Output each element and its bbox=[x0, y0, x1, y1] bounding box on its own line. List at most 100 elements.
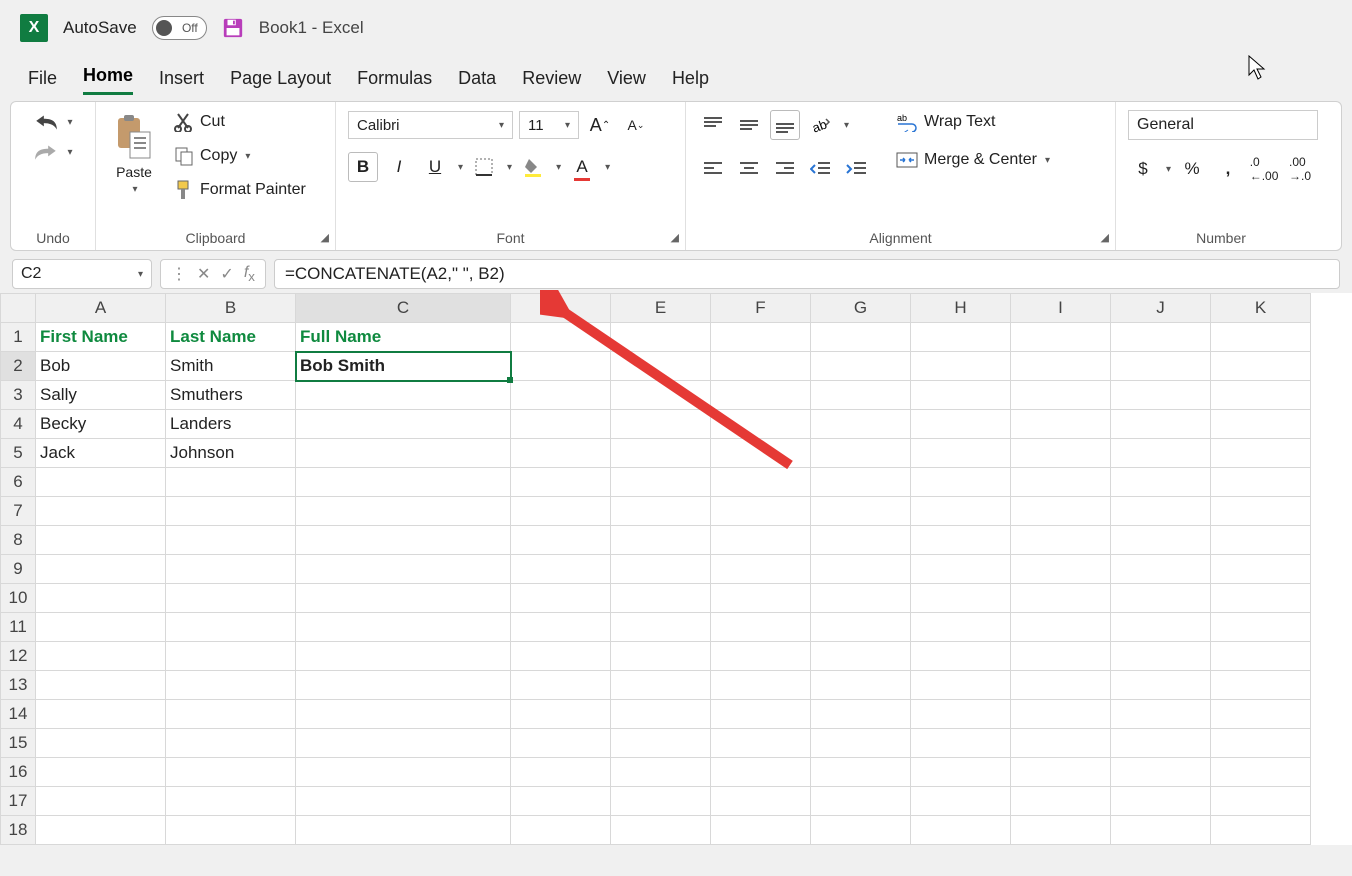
cell-J10[interactable] bbox=[1111, 584, 1211, 613]
cell-H13[interactable] bbox=[911, 671, 1011, 700]
cell-J13[interactable] bbox=[1111, 671, 1211, 700]
cell-A4[interactable]: Becky bbox=[36, 410, 166, 439]
cell-E4[interactable] bbox=[611, 410, 711, 439]
cell-B7[interactable] bbox=[166, 497, 296, 526]
formula-more-icon[interactable]: ⋮ bbox=[171, 264, 187, 284]
align-bottom-button[interactable] bbox=[770, 110, 800, 140]
cell-A7[interactable] bbox=[36, 497, 166, 526]
cell-A10[interactable] bbox=[36, 584, 166, 613]
cell-B13[interactable] bbox=[166, 671, 296, 700]
cell-H17[interactable] bbox=[911, 787, 1011, 816]
cell-F15[interactable] bbox=[711, 729, 811, 758]
col-header-F[interactable]: F bbox=[711, 294, 811, 323]
cell-G10[interactable] bbox=[811, 584, 911, 613]
col-header-J[interactable]: J bbox=[1111, 294, 1211, 323]
row-header-15[interactable]: 15 bbox=[1, 729, 36, 758]
cell-C11[interactable] bbox=[296, 613, 511, 642]
cell-G1[interactable] bbox=[811, 323, 911, 352]
cell-E18[interactable] bbox=[611, 816, 711, 845]
cell-A6[interactable] bbox=[36, 468, 166, 497]
cell-J16[interactable] bbox=[1111, 758, 1211, 787]
cell-I5[interactable] bbox=[1011, 439, 1111, 468]
merge-center-button[interactable]: Merge & Center▾ bbox=[892, 148, 1054, 172]
cell-G11[interactable] bbox=[811, 613, 911, 642]
col-header-C[interactable]: C bbox=[296, 294, 511, 323]
tab-home[interactable]: Home bbox=[83, 65, 133, 95]
cell-E9[interactable] bbox=[611, 555, 711, 584]
cell-K3[interactable] bbox=[1211, 381, 1311, 410]
copy-button[interactable]: Copy▾ bbox=[170, 144, 310, 168]
cell-K12[interactable] bbox=[1211, 642, 1311, 671]
cell-G7[interactable] bbox=[811, 497, 911, 526]
cell-I1[interactable] bbox=[1011, 323, 1111, 352]
cell-I10[interactable] bbox=[1011, 584, 1111, 613]
cell-E5[interactable] bbox=[611, 439, 711, 468]
cell-F12[interactable] bbox=[711, 642, 811, 671]
cell-A16[interactable] bbox=[36, 758, 166, 787]
cell-A11[interactable] bbox=[36, 613, 166, 642]
cell-K13[interactable] bbox=[1211, 671, 1311, 700]
cell-K15[interactable] bbox=[1211, 729, 1311, 758]
cell-A18[interactable] bbox=[36, 816, 166, 845]
cell-K18[interactable] bbox=[1211, 816, 1311, 845]
cell-E3[interactable] bbox=[611, 381, 711, 410]
bold-button[interactable]: B bbox=[348, 152, 378, 182]
cell-F18[interactable] bbox=[711, 816, 811, 845]
cell-E12[interactable] bbox=[611, 642, 711, 671]
cell-A15[interactable] bbox=[36, 729, 166, 758]
cell-C7[interactable] bbox=[296, 497, 511, 526]
row-header-11[interactable]: 11 bbox=[1, 613, 36, 642]
cell-E14[interactable] bbox=[611, 700, 711, 729]
cell-J7[interactable] bbox=[1111, 497, 1211, 526]
cell-H7[interactable] bbox=[911, 497, 1011, 526]
cell-G2[interactable] bbox=[811, 352, 911, 381]
accounting-format-button[interactable]: $ bbox=[1128, 154, 1158, 184]
cell-D5[interactable] bbox=[511, 439, 611, 468]
cell-J11[interactable] bbox=[1111, 613, 1211, 642]
cell-F16[interactable] bbox=[711, 758, 811, 787]
row-header-9[interactable]: 9 bbox=[1, 555, 36, 584]
cell-H9[interactable] bbox=[911, 555, 1011, 584]
cell-I9[interactable] bbox=[1011, 555, 1111, 584]
cell-C2[interactable]: Bob Smith bbox=[296, 352, 511, 381]
cell-D6[interactable] bbox=[511, 468, 611, 497]
cell-G18[interactable] bbox=[811, 816, 911, 845]
cell-G9[interactable] bbox=[811, 555, 911, 584]
cell-B17[interactable] bbox=[166, 787, 296, 816]
cell-J9[interactable] bbox=[1111, 555, 1211, 584]
select-all-corner[interactable] bbox=[1, 294, 36, 323]
cell-B18[interactable] bbox=[166, 816, 296, 845]
font-name-select[interactable]: Calibri▾ bbox=[348, 111, 513, 139]
cell-F4[interactable] bbox=[711, 410, 811, 439]
cell-J4[interactable] bbox=[1111, 410, 1211, 439]
cell-F2[interactable] bbox=[711, 352, 811, 381]
cell-D15[interactable] bbox=[511, 729, 611, 758]
decrease-indent-button[interactable] bbox=[806, 154, 836, 184]
cell-A17[interactable] bbox=[36, 787, 166, 816]
cell-K2[interactable] bbox=[1211, 352, 1311, 381]
cell-J2[interactable] bbox=[1111, 352, 1211, 381]
cell-I17[interactable] bbox=[1011, 787, 1111, 816]
row-header-16[interactable]: 16 bbox=[1, 758, 36, 787]
cell-B10[interactable] bbox=[166, 584, 296, 613]
align-right-button[interactable] bbox=[770, 154, 800, 184]
formula-bar-input[interactable]: =CONCATENATE(A2," ", B2) bbox=[274, 259, 1340, 289]
cell-E1[interactable] bbox=[611, 323, 711, 352]
cell-G17[interactable] bbox=[811, 787, 911, 816]
orientation-button[interactable]: ab bbox=[806, 110, 836, 140]
italic-button[interactable]: I bbox=[384, 152, 414, 182]
cell-J3[interactable] bbox=[1111, 381, 1211, 410]
cell-H12[interactable] bbox=[911, 642, 1011, 671]
cell-G4[interactable] bbox=[811, 410, 911, 439]
cell-K4[interactable] bbox=[1211, 410, 1311, 439]
cell-H16[interactable] bbox=[911, 758, 1011, 787]
cell-A3[interactable]: Sally bbox=[36, 381, 166, 410]
cell-G15[interactable] bbox=[811, 729, 911, 758]
cell-A5[interactable]: Jack bbox=[36, 439, 166, 468]
cell-H1[interactable] bbox=[911, 323, 1011, 352]
cell-I4[interactable] bbox=[1011, 410, 1111, 439]
row-header-1[interactable]: 1 bbox=[1, 323, 36, 352]
cell-E7[interactable] bbox=[611, 497, 711, 526]
alignment-expand-icon[interactable]: ◢ bbox=[1101, 231, 1109, 244]
cell-E11[interactable] bbox=[611, 613, 711, 642]
